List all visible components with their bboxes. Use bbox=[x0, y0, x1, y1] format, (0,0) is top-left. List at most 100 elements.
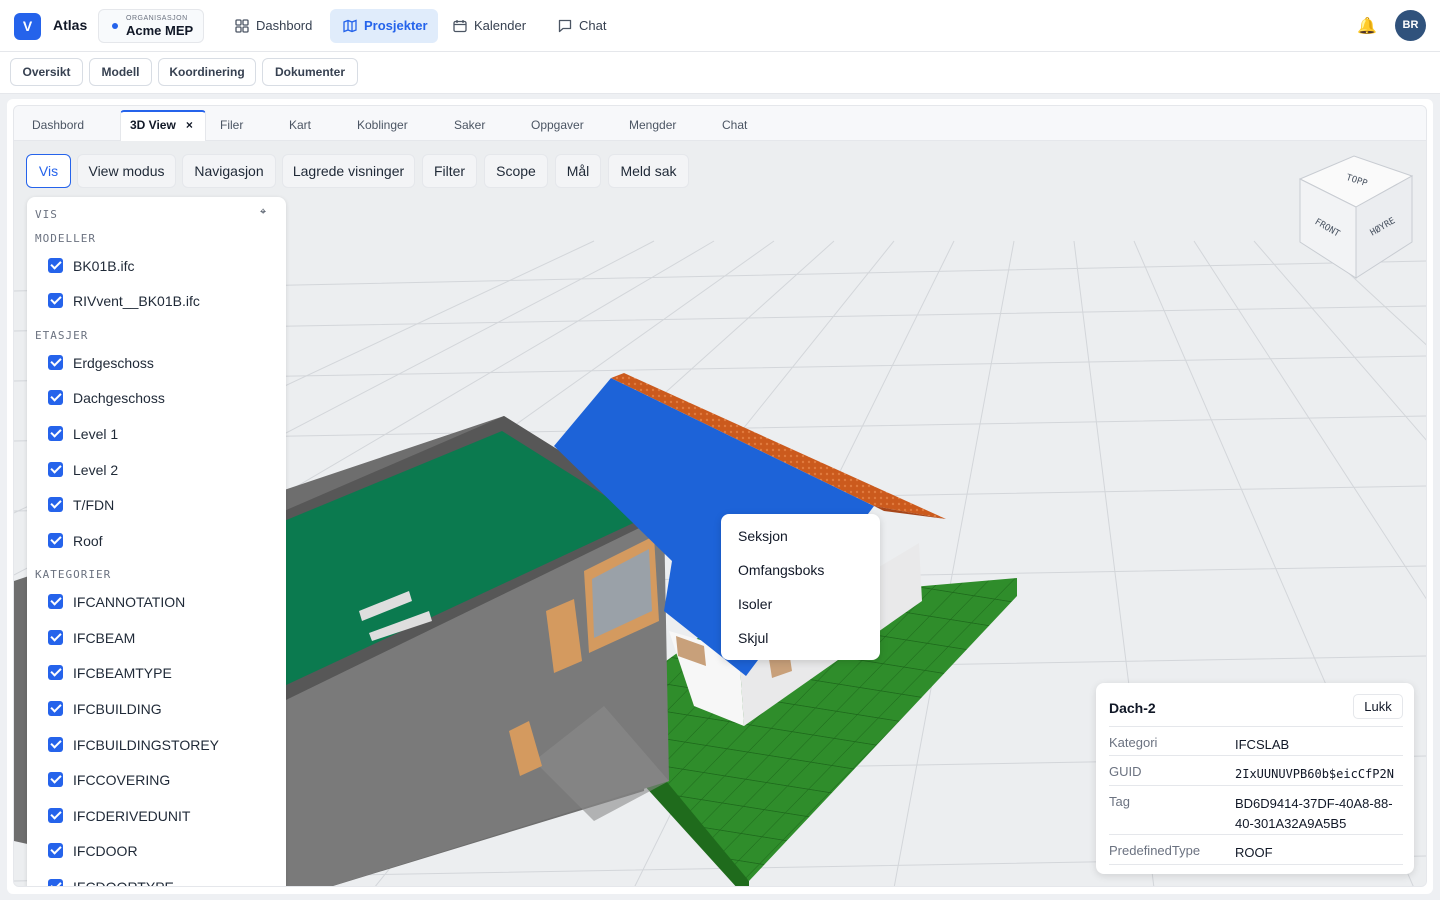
model-label: BK01B.ifc bbox=[73, 258, 135, 274]
toolbar-meld-sak[interactable]: Meld sak bbox=[608, 154, 689, 188]
checkbox[interactable] bbox=[48, 665, 63, 680]
viewer-tab-kart[interactable]: Kart bbox=[289, 106, 311, 141]
category-label: IFCDERIVEDUNIT bbox=[73, 808, 191, 824]
categories-heading: KATEGORIER bbox=[35, 568, 112, 581]
checkbox[interactable] bbox=[48, 258, 63, 273]
visibility-panel: VIS ⌖ MODELLER BK01B.ifc RIVvent__BK01B.… bbox=[27, 197, 286, 887]
property-row: Tag BD6D9414-37DF-40A8-88-40-301A32A9A5B… bbox=[1109, 785, 1403, 834]
organization-switcher[interactable]: ORGANISASJON Acme MEP bbox=[98, 9, 204, 43]
properties-title: Dach-2 bbox=[1109, 700, 1156, 716]
close-button[interactable]: Lukk bbox=[1353, 694, 1403, 719]
properties-panel: Dach-2 Lukk Kategori IFCSLAB GUID 2IxUUN… bbox=[1096, 683, 1414, 874]
toolbar-mal[interactable]: Mål bbox=[555, 154, 601, 188]
category-label: IFCCOVERING bbox=[73, 772, 171, 788]
map-icon bbox=[343, 19, 357, 33]
storey-label: T/FDN bbox=[73, 497, 115, 513]
app-name: Atlas bbox=[53, 17, 88, 33]
user-avatar[interactable]: BR bbox=[1395, 10, 1426, 41]
checkbox[interactable] bbox=[48, 737, 63, 752]
subtab-koordinering[interactable]: Koordinering bbox=[158, 58, 256, 86]
model-viewer: Dashbord 3D View × Filer Kart Koblinger S… bbox=[13, 105, 1427, 887]
viewer-tab-filer[interactable]: Filer bbox=[220, 106, 243, 141]
org-status-dot bbox=[112, 23, 118, 29]
checkbox[interactable] bbox=[48, 355, 63, 370]
checkbox[interactable] bbox=[48, 426, 63, 441]
category-label: IFCANNOTATION bbox=[73, 594, 186, 610]
category-label: IFCBEAMTYPE bbox=[73, 665, 172, 681]
grid-icon bbox=[235, 19, 249, 33]
subtab-modell[interactable]: Modell bbox=[89, 58, 152, 86]
property-value: 2IxUUNUVPB60b$eicCfP2N bbox=[1235, 767, 1394, 781]
toolbar-view-modus[interactable]: View modus bbox=[77, 154, 176, 188]
pin-icon[interactable]: ⌖ bbox=[260, 206, 266, 219]
nav-kalender[interactable]: Kalender bbox=[440, 9, 545, 43]
property-value: IFCSLAB bbox=[1235, 737, 1290, 752]
property-value: BD6D9414-37DF-40A8-88-40-301A32A9A5B5 bbox=[1235, 796, 1393, 831]
models-heading: MODELLER bbox=[35, 232, 96, 245]
notification-bell-icon[interactable]: 🔔 bbox=[1357, 16, 1377, 36]
category-label: IFCDOOR bbox=[73, 843, 138, 859]
checkbox[interactable] bbox=[48, 772, 63, 787]
category-label: IFCDOORTYPE bbox=[73, 879, 174, 887]
menu-item-omfangsboks[interactable]: Omfangsboks bbox=[738, 562, 824, 578]
project-subnav: Oversikt Modell Koordinering Dokumenter bbox=[0, 52, 1440, 94]
category-label: IFCBUILDINGSTOREY bbox=[73, 737, 219, 753]
storey-label: Dachgeschoss bbox=[73, 390, 165, 406]
viewer-tab-saker[interactable]: Saker bbox=[454, 106, 485, 141]
close-icon[interactable]: × bbox=[186, 118, 193, 132]
checkbox[interactable] bbox=[48, 293, 63, 308]
nav-prosjekter[interactable]: Prosjekter bbox=[330, 9, 438, 43]
viewer-tab-chat[interactable]: Chat bbox=[722, 106, 747, 141]
toolbar-lagrede-visninger[interactable]: Lagrede visninger bbox=[282, 154, 415, 188]
chat-icon bbox=[558, 19, 572, 33]
nav-chat-label: Chat bbox=[579, 18, 607, 33]
property-key: PredefinedType bbox=[1109, 843, 1201, 858]
nav-dashbord-label: Dashbord bbox=[256, 18, 313, 33]
nav-kalender-label: Kalender bbox=[474, 18, 527, 33]
checkbox[interactable] bbox=[48, 594, 63, 609]
checkbox[interactable] bbox=[48, 701, 63, 716]
subtab-oversikt[interactable]: Oversikt bbox=[10, 58, 83, 86]
nav-dashbord[interactable]: Dashbord bbox=[222, 9, 322, 43]
checkbox[interactable] bbox=[48, 879, 63, 886]
property-row: PredefinedType ROOF bbox=[1109, 834, 1403, 865]
checkbox[interactable] bbox=[48, 497, 63, 512]
checkbox[interactable] bbox=[48, 843, 63, 858]
checkbox[interactable] bbox=[48, 462, 63, 477]
viewer-tab-koblinger[interactable]: Koblinger bbox=[357, 106, 408, 141]
storey-label: Level 2 bbox=[73, 462, 119, 478]
menu-item-isoler[interactable]: Isoler bbox=[738, 596, 772, 612]
property-row: Kategori IFCSLAB bbox=[1109, 726, 1403, 755]
checkbox[interactable] bbox=[48, 533, 63, 548]
checkbox[interactable] bbox=[48, 390, 63, 405]
viewer-tab-3d-view[interactable]: 3D View × bbox=[120, 110, 206, 142]
top-bar: V Atlas ORGANISASJON Acme MEP Dashbord P… bbox=[0, 0, 1440, 52]
viewer-tab-strip: Dashbord 3D View × Filer Kart Koblinger S… bbox=[14, 106, 1426, 142]
toolbar-navigasjon[interactable]: Navigasjon bbox=[182, 154, 276, 188]
org-label: ORGANISASJON bbox=[126, 15, 188, 22]
app-logo[interactable]: V bbox=[14, 13, 41, 40]
menu-item-skjul[interactable]: Skjul bbox=[738, 630, 768, 646]
toolbar-vis[interactable]: Vis bbox=[26, 154, 71, 188]
property-key: Tag bbox=[1109, 794, 1130, 809]
subtab-dokumenter[interactable]: Dokumenter bbox=[262, 58, 358, 86]
category-label: IFCBUILDING bbox=[73, 701, 162, 717]
panel-title: VIS bbox=[35, 208, 58, 221]
checkbox[interactable] bbox=[48, 808, 63, 823]
storey-label: Roof bbox=[73, 533, 103, 549]
property-key: Kategori bbox=[1109, 735, 1158, 750]
storeys-heading: ETASJER bbox=[35, 329, 89, 342]
menu-item-seksjon[interactable]: Seksjon bbox=[738, 528, 788, 544]
view-cube[interactable]: TOPP FRONT HØYRE bbox=[1294, 154, 1416, 282]
viewer-tab-dashbord[interactable]: Dashbord bbox=[32, 106, 84, 141]
property-key: GUID bbox=[1109, 764, 1142, 779]
property-row: GUID 2IxUUNUVPB60b$eicCfP2N bbox=[1109, 755, 1403, 785]
nav-chat[interactable]: Chat bbox=[545, 9, 625, 43]
viewer-tab-oppgaver[interactable]: Oppgaver bbox=[531, 106, 584, 141]
checkbox[interactable] bbox=[48, 630, 63, 645]
toolbar-filter[interactable]: Filter bbox=[422, 154, 477, 188]
viewer-tab-mengder[interactable]: Mengder bbox=[629, 106, 676, 141]
toolbar-scope[interactable]: Scope bbox=[484, 154, 548, 188]
property-value: ROOF bbox=[1235, 845, 1273, 860]
calendar-icon bbox=[453, 20, 467, 33]
